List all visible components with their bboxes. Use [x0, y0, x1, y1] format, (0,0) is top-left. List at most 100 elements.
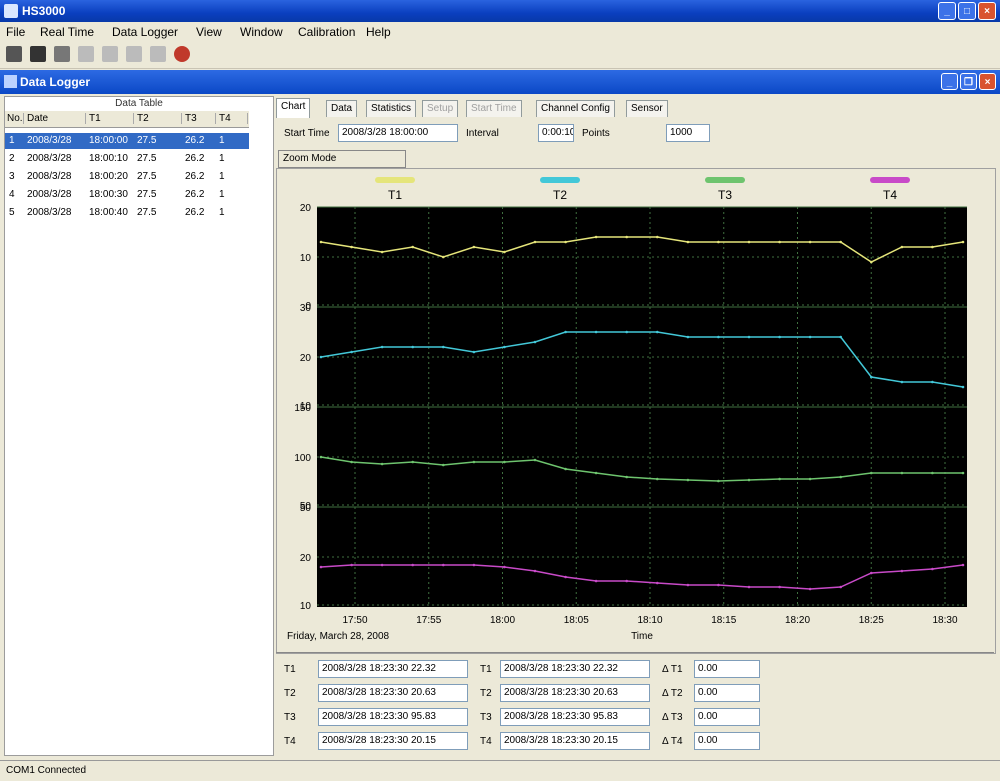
chart-svg: T1 T2 T3 T4 17:50 17:55 18:00 18:05 18:10 18:15 18… [287, 177, 967, 642]
data-point [747, 335, 751, 339]
legend-label: T3 [718, 188, 732, 202]
column-header[interactable]: No. [7, 113, 24, 124]
data-point [961, 563, 965, 567]
menu-real-time[interactable]: Real Time [40, 25, 94, 39]
data-point [686, 240, 690, 244]
tab-statistics[interactable]: Statistics [366, 100, 417, 117]
column-header[interactable]: T2 [137, 113, 182, 124]
copy-icon[interactable] [78, 46, 94, 62]
y-tick-label: 150 [294, 403, 311, 414]
data-point [870, 471, 873, 475]
delta-value[interactable]: 0.00 [694, 660, 760, 678]
open-icon[interactable] [6, 46, 22, 62]
data-point [900, 569, 904, 573]
data-point [900, 471, 904, 475]
tab-start-time[interactable]: Start Time [466, 100, 522, 117]
data-point [656, 477, 659, 481]
tab-setup[interactable]: Setup [422, 100, 459, 117]
print-icon[interactable] [54, 46, 70, 62]
connect-icon[interactable] [102, 46, 118, 62]
delta-value[interactable]: 0.00 [694, 708, 760, 726]
column-header[interactable]: T4 [219, 113, 248, 124]
interval-field[interactable]: 0:00:10 [538, 124, 574, 142]
close-button[interactable]: × [978, 2, 996, 20]
data-point [503, 460, 506, 464]
data-point [686, 335, 690, 339]
legend-label: T1 [388, 188, 402, 202]
start-time-field[interactable]: 2008/3/28 18:00:00 [338, 124, 458, 142]
column-header[interactable]: T1 [89, 113, 134, 124]
menu-window[interactable]: Window [240, 25, 283, 39]
tab-channel-config[interactable]: Channel Config [536, 100, 615, 117]
data-point [380, 563, 384, 567]
data-point [472, 460, 476, 464]
menu-view[interactable]: View [196, 25, 222, 39]
menu-help[interactable]: Help [366, 25, 391, 39]
data-point [350, 245, 353, 249]
cursor-value[interactable]: 2008/3/28 18:23:30 95.83 [318, 708, 468, 726]
child-restore-button[interactable]: ❐ [960, 73, 977, 90]
data-point [380, 462, 384, 466]
menu-data-logger[interactable]: Data Logger [112, 25, 178, 39]
x-tick-label: 18:10 [637, 615, 662, 626]
data-point [870, 571, 873, 575]
data-point [839, 585, 842, 589]
menu-file[interactable]: File [6, 25, 25, 39]
cursor-value[interactable]: 2008/3/28 18:23:30 20.15 [318, 732, 468, 750]
cursor-b-value[interactable]: 2008/3/28 18:23:30 22.32 [500, 660, 650, 678]
zoom-mode-selector[interactable]: Zoom Mode [278, 150, 406, 168]
data-point [319, 355, 323, 359]
menu-calibration[interactable]: Calibration [298, 25, 355, 39]
y-tick-label: 20 [300, 353, 312, 364]
table-row[interactable]: 3 2008/3/28 18:00:20 27.5 26.2 1 [5, 169, 249, 185]
delta-label: Δ T4 [662, 736, 683, 747]
data-point [931, 245, 934, 249]
tab-data[interactable]: Data [326, 100, 358, 117]
tab-sensor[interactable]: Sensor [626, 100, 668, 117]
child-minimize-button[interactable]: _ [941, 73, 958, 90]
status-bar: COM1 Connected [0, 760, 1000, 781]
legend-swatch [540, 177, 580, 183]
table-row[interactable]: 1 2008/3/28 18:00:00 27.5 26.2 1 [5, 133, 249, 149]
settings-icon[interactable] [174, 46, 190, 62]
app-title: HS3000 [22, 4, 66, 18]
tab-chart[interactable]: Chart [276, 98, 311, 118]
options-row: Start Time 2008/3/28 18:00:00 Interval 0… [276, 120, 998, 148]
column-header[interactable]: T3 [185, 113, 216, 124]
child-close-button[interactable]: × [979, 73, 996, 90]
delta-value[interactable]: 0.00 [694, 684, 760, 702]
table-row[interactable]: 4 2008/3/28 18:00:30 27.5 26.2 1 [5, 187, 249, 203]
data-point [931, 380, 934, 384]
points-field[interactable]: 1000 [666, 124, 710, 142]
download-icon[interactable] [150, 46, 166, 62]
points-label: Points [582, 128, 610, 139]
table-row[interactable]: 2 2008/3/28 18:00:10 27.5 26.2 1 [5, 151, 249, 167]
data-point [380, 250, 384, 254]
delta-value[interactable]: 0.00 [694, 732, 760, 750]
toolbar [0, 42, 1000, 69]
table-row[interactable]: 5 2008/3/28 18:00:40 27.5 26.2 1 [5, 205, 249, 221]
save-icon[interactable] [30, 46, 46, 62]
data-point [900, 245, 904, 249]
data-point [839, 475, 842, 479]
disconnect-icon[interactable] [126, 46, 142, 62]
minimize-button[interactable]: _ [938, 2, 956, 20]
cursor-b-value[interactable]: 2008/3/28 18:23:30 20.63 [500, 684, 650, 702]
maximize-button[interactable]: □ [958, 2, 976, 20]
cursor-b-value[interactable]: 2008/3/28 18:23:30 95.83 [500, 708, 650, 726]
data-point [350, 350, 353, 354]
data-point [503, 250, 506, 254]
data-point [350, 460, 353, 464]
data-point [533, 458, 537, 462]
view-tabs: Chart Data Statistics Setup Start Time C… [276, 98, 998, 118]
data-point [808, 477, 812, 481]
column-header[interactable]: Date [27, 113, 86, 124]
cursor-b-value[interactable]: 2008/3/28 18:23:30 20.15 [500, 732, 650, 750]
cursor-value[interactable]: 2008/3/28 18:23:30 22.32 [318, 660, 468, 678]
data-point [747, 585, 751, 589]
cursor-value[interactable]: 2008/3/28 18:23:30 20.63 [318, 684, 468, 702]
data-point [472, 563, 476, 567]
data-point [594, 471, 598, 475]
data-point [717, 240, 720, 244]
cursor-b-label: T2 [480, 688, 492, 699]
